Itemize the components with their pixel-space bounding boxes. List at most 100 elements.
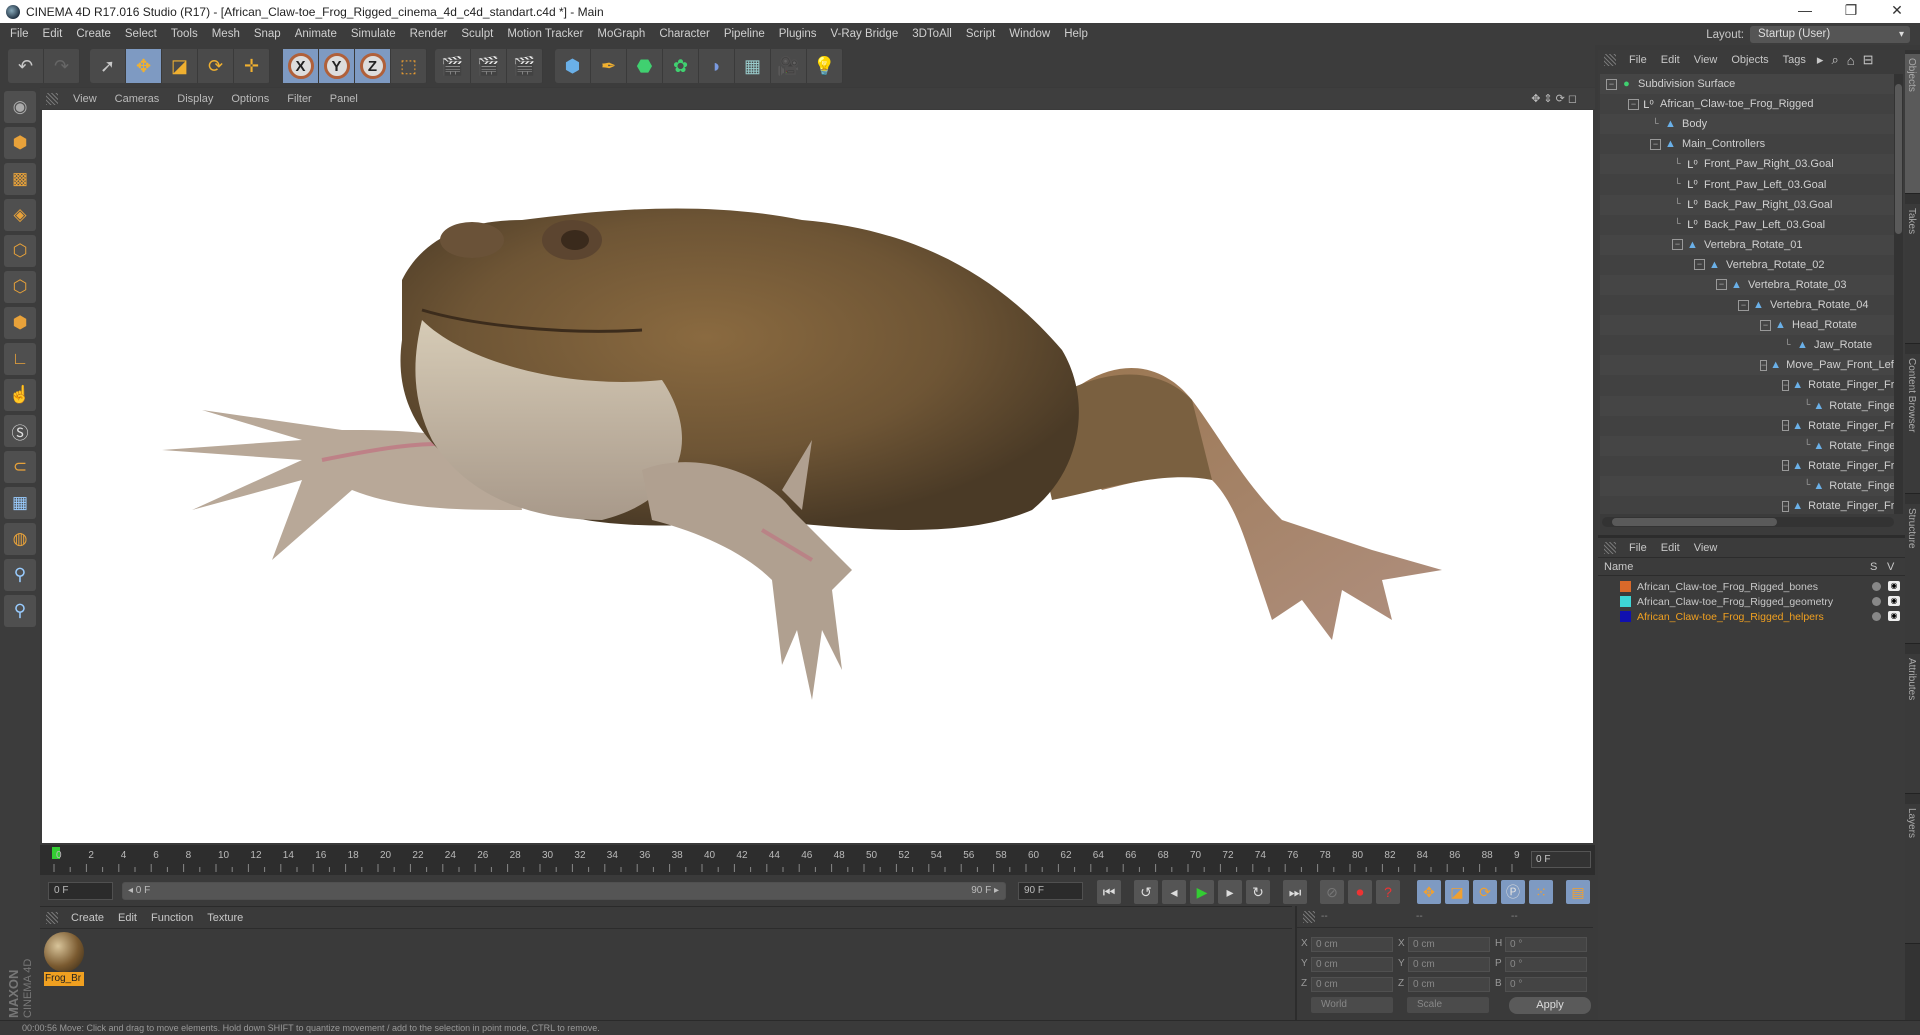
object-tree-item[interactable]: └▲ Rotate_Finger_Fr <box>1600 395 1894 416</box>
snap-icon[interactable]: Ⓢ <box>4 415 36 447</box>
viewport-menu-cameras[interactable]: Cameras <box>106 93 169 105</box>
cloner-icon[interactable]: ✿ <box>663 49 699 83</box>
floor-icon[interactable]: ▦ <box>735 49 771 83</box>
object-menu-tags[interactable]: Tags <box>1776 54 1813 66</box>
side-tab-objects[interactable]: Objects <box>1905 54 1920 194</box>
object-tree-item[interactable]: − ▲ Move_Paw_Front_Left <box>1600 355 1894 376</box>
light-icon[interactable]: 💡 <box>807 49 843 83</box>
viewport-menu-view[interactable]: View <box>64 93 106 105</box>
go-to-start-icon[interactable]: ⏮ <box>1097 880 1121 904</box>
previous-key-icon[interactable]: ↺ <box>1134 880 1158 904</box>
menu-file[interactable]: File <box>4 28 37 40</box>
search-icon[interactable]: ⌕ <box>1827 52 1842 68</box>
new-window-icon[interactable]: ⊟ <box>1859 52 1878 68</box>
menu-motion-tracker[interactable]: Motion Tracker <box>501 28 591 40</box>
collapse-icon[interactable]: − <box>1672 239 1683 251</box>
object-tree-item[interactable]: − ▲ Vertebra_Rotate_02 <box>1600 254 1894 275</box>
apply-button[interactable]: Apply <box>1509 997 1591 1014</box>
object-tree-horizontal-scrollbar[interactable] <box>1602 517 1894 527</box>
menu-snap[interactable]: Snap <box>248 28 289 40</box>
layer-color-swatch[interactable] <box>1620 581 1631 592</box>
collapse-icon[interactable]: − <box>1650 138 1661 150</box>
menu-render[interactable]: Render <box>404 28 456 40</box>
object-tree-item[interactable]: └▲ Rotate_Finger_Fr <box>1600 475 1894 496</box>
object-tree-item[interactable]: − L⁰ African_Claw-toe_Frog_Rigged <box>1600 94 1894 115</box>
object-tree-item[interactable]: └ L⁰ Back_Paw_Left_03.Goal <box>1600 214 1894 235</box>
timeline-ruler[interactable]: 0 2 4 6 8 10 12 14 16 18 20 22 24 26 28 30 32 34 36 38 40 42 4… <box>40 845 1595 875</box>
layout-dropdown[interactable]: Startup (User) <box>1750 26 1910 43</box>
coord-field[interactable]: 0 cm <box>1311 957 1393 972</box>
record-active-icon[interactable]: ⏺ <box>1348 880 1372 904</box>
coordinate-system-icon[interactable]: ⬚ <box>391 49 427 83</box>
eye-icon[interactable]: ◉ <box>1888 611 1900 621</box>
side-tab-content-browser[interactable]: Content Browser <box>1905 354 1920 494</box>
eye-icon[interactable]: ◉ <box>1888 581 1900 591</box>
frame-range-slider[interactable]: ◂ 0 F 90 F ▸ <box>122 882 1006 900</box>
close-button[interactable]: ✕ <box>1874 0 1920 23</box>
side-tab-takes[interactable]: Takes <box>1905 204 1920 344</box>
layer-solo-toggle[interactable] <box>1872 612 1881 621</box>
object-tree-item[interactable]: −▲ Rotate_Finger_Front_ <box>1600 415 1894 436</box>
polygons-mode-icon[interactable]: ⬢ <box>4 307 36 339</box>
deformer-icon[interactable]: ◗ <box>699 49 735 83</box>
next-frame-icon[interactable]: ▸ <box>1218 880 1242 904</box>
object-tree-item[interactable]: −▲ Rotate_Finger_Front_ <box>1600 375 1894 396</box>
autokeying-icon[interactable]: ? <box>1376 880 1400 904</box>
object-tree-item[interactable]: −▲ Rotate_Finger_Front_ <box>1600 455 1894 476</box>
layer-menu-view[interactable]: View <box>1687 542 1725 554</box>
object-tree-item[interactable]: └ L⁰ Front_Paw_Left_03.Goal <box>1600 174 1894 195</box>
material-menu-create[interactable]: Create <box>64 912 111 924</box>
menu-pipeline[interactable]: Pipeline <box>718 28 773 40</box>
collapse-icon[interactable]: − <box>1782 460 1790 472</box>
python-icon[interactable]: ⚲ <box>4 559 36 591</box>
menu-3dtoall[interactable]: 3DToAll <box>906 28 960 40</box>
layer-color-swatch[interactable] <box>1620 611 1631 622</box>
texture-mode-icon[interactable]: ▩ <box>4 163 36 195</box>
layer-color-swatch[interactable] <box>1620 596 1631 607</box>
collapse-icon[interactable]: − <box>1782 420 1790 432</box>
record-keys-off-icon[interactable]: ⊘ <box>1320 880 1344 904</box>
layer-solo-toggle[interactable] <box>1872 582 1881 591</box>
material-swatch[interactable]: Frog_Br <box>44 932 84 990</box>
menu-edit[interactable]: Edit <box>37 28 71 40</box>
render-picture-viewer-icon[interactable]: 🎬 <box>471 49 507 83</box>
object-tree-item[interactable]: − ▲ Main_Controllers <box>1600 134 1894 155</box>
object-tree-item[interactable]: − ● Subdivision Surface <box>1600 74 1894 95</box>
move-tool-icon[interactable]: ✥ <box>126 49 162 83</box>
start-frame-field[interactable]: 0 F <box>48 882 113 900</box>
3d-viewport[interactable] <box>42 110 1593 843</box>
layer-row[interactable]: African_Claw-toe_Frog_Rigged_bones ◉ <box>1598 579 1905 594</box>
object-tree-item[interactable]: └ ▲ Body <box>1600 114 1894 135</box>
viewport-menu-options[interactable]: Options <box>222 93 278 105</box>
collapse-icon[interactable]: − <box>1760 319 1771 331</box>
layer-row[interactable]: African_Claw-toe_Frog_Rigged_helpers ◉ <box>1598 609 1905 624</box>
collapse-icon[interactable]: − <box>1694 259 1705 271</box>
y-axis-lock-icon[interactable]: Y <box>319 49 355 83</box>
cube-primitive-icon[interactable]: ⬢ <box>555 49 591 83</box>
coord-field[interactable]: 0 ° <box>1505 957 1587 972</box>
next-key-icon[interactable]: ↻ <box>1246 880 1270 904</box>
layer-solo-toggle[interactable] <box>1872 597 1881 606</box>
menu-mograph[interactable]: MoGraph <box>591 28 653 40</box>
model-mode-icon[interactable]: ◉ <box>4 91 36 123</box>
object-tree-item[interactable]: └ L⁰ Front_Paw_Right_03.Goal <box>1600 154 1894 175</box>
object-menu-view[interactable]: View <box>1687 54 1725 66</box>
coord-field[interactable]: 0 cm <box>1311 977 1393 992</box>
coord-mode-dropdown[interactable]: World <box>1311 997 1393 1013</box>
render-view-icon[interactable]: 🎬 <box>435 49 471 83</box>
collapse-icon[interactable]: − <box>1628 98 1639 110</box>
object-menu-objects[interactable]: Objects <box>1724 54 1775 66</box>
scale-tool-icon[interactable]: ◪ <box>162 49 198 83</box>
end-frame-field[interactable]: 90 F <box>1018 882 1083 900</box>
menu-window[interactable]: Window <box>1003 28 1058 40</box>
menu-sculpt[interactable]: Sculpt <box>455 28 501 40</box>
object-tree-item[interactable]: └ L⁰ Back_Paw_Right_03.Goal <box>1600 194 1894 215</box>
pen-spline-icon[interactable]: ✒ <box>591 49 627 83</box>
layer-menu-file[interactable]: File <box>1622 542 1654 554</box>
object-mode-icon[interactable]: ⬢ <box>4 127 36 159</box>
live-selection-icon[interactable]: ➚ <box>90 49 126 83</box>
material-menu-texture[interactable]: Texture <box>200 912 250 924</box>
points-mode-icon[interactable]: ⬡ <box>4 235 36 267</box>
home-icon[interactable]: ⌂ <box>1843 53 1859 68</box>
material-menu-function[interactable]: Function <box>144 912 200 924</box>
